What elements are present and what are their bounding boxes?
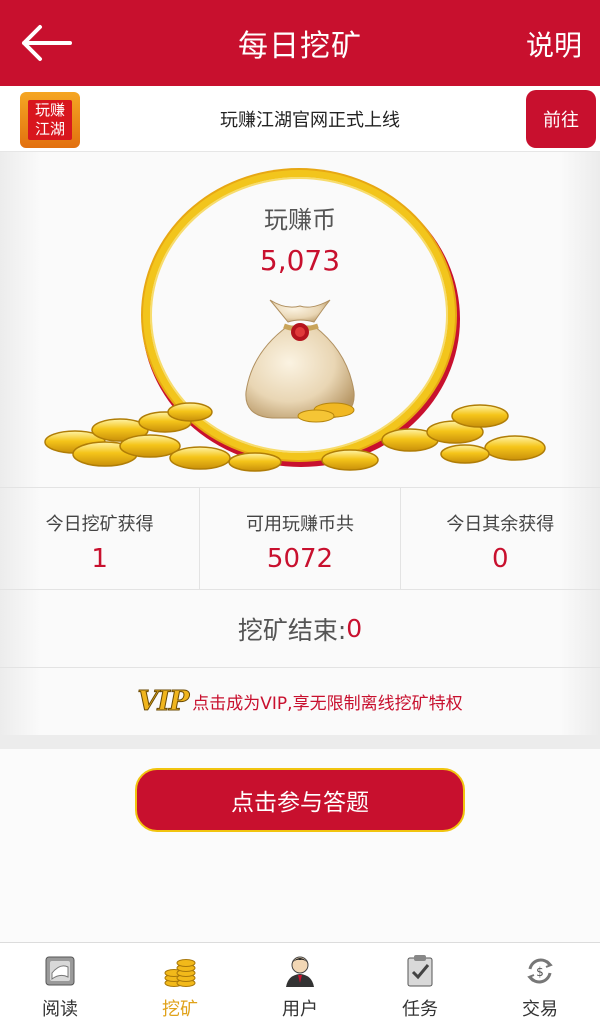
coin-display: 玩赚币 5,073 (0, 152, 600, 487)
mining-end-row: 挖矿结束: 0 (0, 590, 600, 668)
join-quiz-button[interactable]: 点击参与答题 (135, 768, 465, 832)
stat-label: 可用玩赚币共 (245, 514, 354, 535)
nav-item-read[interactable]: 阅读 (0, 943, 120, 1027)
nav-item-mining[interactable]: 挖矿 (120, 943, 240, 1027)
header-bar: 每日挖矿 说明 (0, 0, 600, 86)
stat-available-coins: 可用玩赚币共 5072 (199, 488, 399, 589)
stat-value: 5072 (266, 544, 334, 574)
mining-panel: 玩赚币 5,073 今日挖矿获得 1 可用玩赚币共 5072 今日其余获得 0 … (0, 152, 600, 735)
bottom-nav: 阅读 挖矿 用户 任务 $ 交易 (0, 942, 600, 1027)
nav-label: 挖矿 (162, 999, 198, 1020)
nav-label: 用户 (282, 999, 318, 1020)
logo-line-1: 玩赚 (34, 101, 65, 119)
coin-label: 玩赚币 (264, 206, 336, 234)
stat-label: 今日其余获得 (446, 514, 555, 535)
mining-end-value: 0 (346, 614, 363, 643)
nav-label: 交易 (522, 999, 558, 1020)
vip-badge: VIP (137, 686, 190, 718)
nav-label: 阅读 (42, 999, 78, 1020)
nav-item-trade[interactable]: $ 交易 (480, 943, 600, 1027)
svg-text:$: $ (536, 965, 544, 979)
mining-end-label: 挖矿结束: (237, 615, 347, 645)
stats-row: 今日挖矿获得 1 可用玩赚币共 5072 今日其余获得 0 (0, 487, 600, 590)
stat-value: 0 (492, 544, 509, 574)
stat-value: 1 (91, 544, 108, 574)
help-button[interactable]: 说明 (526, 24, 582, 64)
app-logo: 玩赚 江湖 (20, 92, 80, 148)
section-divider (0, 735, 600, 749)
go-button[interactable]: 前往 (526, 90, 596, 148)
arrow-left-icon (22, 25, 72, 61)
vip-promo-text[interactable]: 点击成为VIP,享无限制离线挖矿特权 (192, 689, 462, 714)
task-icon (407, 955, 433, 987)
stat-today-mined: 今日挖矿获得 1 (0, 488, 199, 589)
nav-label: 任务 (402, 999, 438, 1020)
coin-stack-icon (164, 959, 196, 987)
user-icon (286, 956, 314, 987)
announcement-bar: 玩赚 江湖 玩赚江湖官网正式上线 前往 (0, 86, 600, 152)
vip-promo-link[interactable]: VIP 点击成为VIP,享无限制离线挖矿特权 (0, 668, 600, 735)
back-button[interactable] (18, 22, 74, 64)
announcement-text: 玩赚江湖官网正式上线 (220, 110, 400, 131)
book-icon (45, 956, 75, 986)
exchange-icon: $ (527, 958, 553, 984)
nav-item-user[interactable]: 用户 (240, 943, 360, 1027)
answer-section: 点击参与答题 (0, 749, 600, 942)
page-title: 每日挖矿 (238, 29, 362, 64)
nav-item-task[interactable]: 任务 (360, 943, 480, 1027)
stat-label: 今日挖矿获得 (45, 514, 154, 535)
gold-coins-decoration (44, 402, 546, 472)
stat-today-other: 今日其余获得 0 (399, 488, 600, 589)
logo-line-2: 江湖 (34, 120, 65, 138)
coin-balance: 5,073 (259, 244, 341, 277)
